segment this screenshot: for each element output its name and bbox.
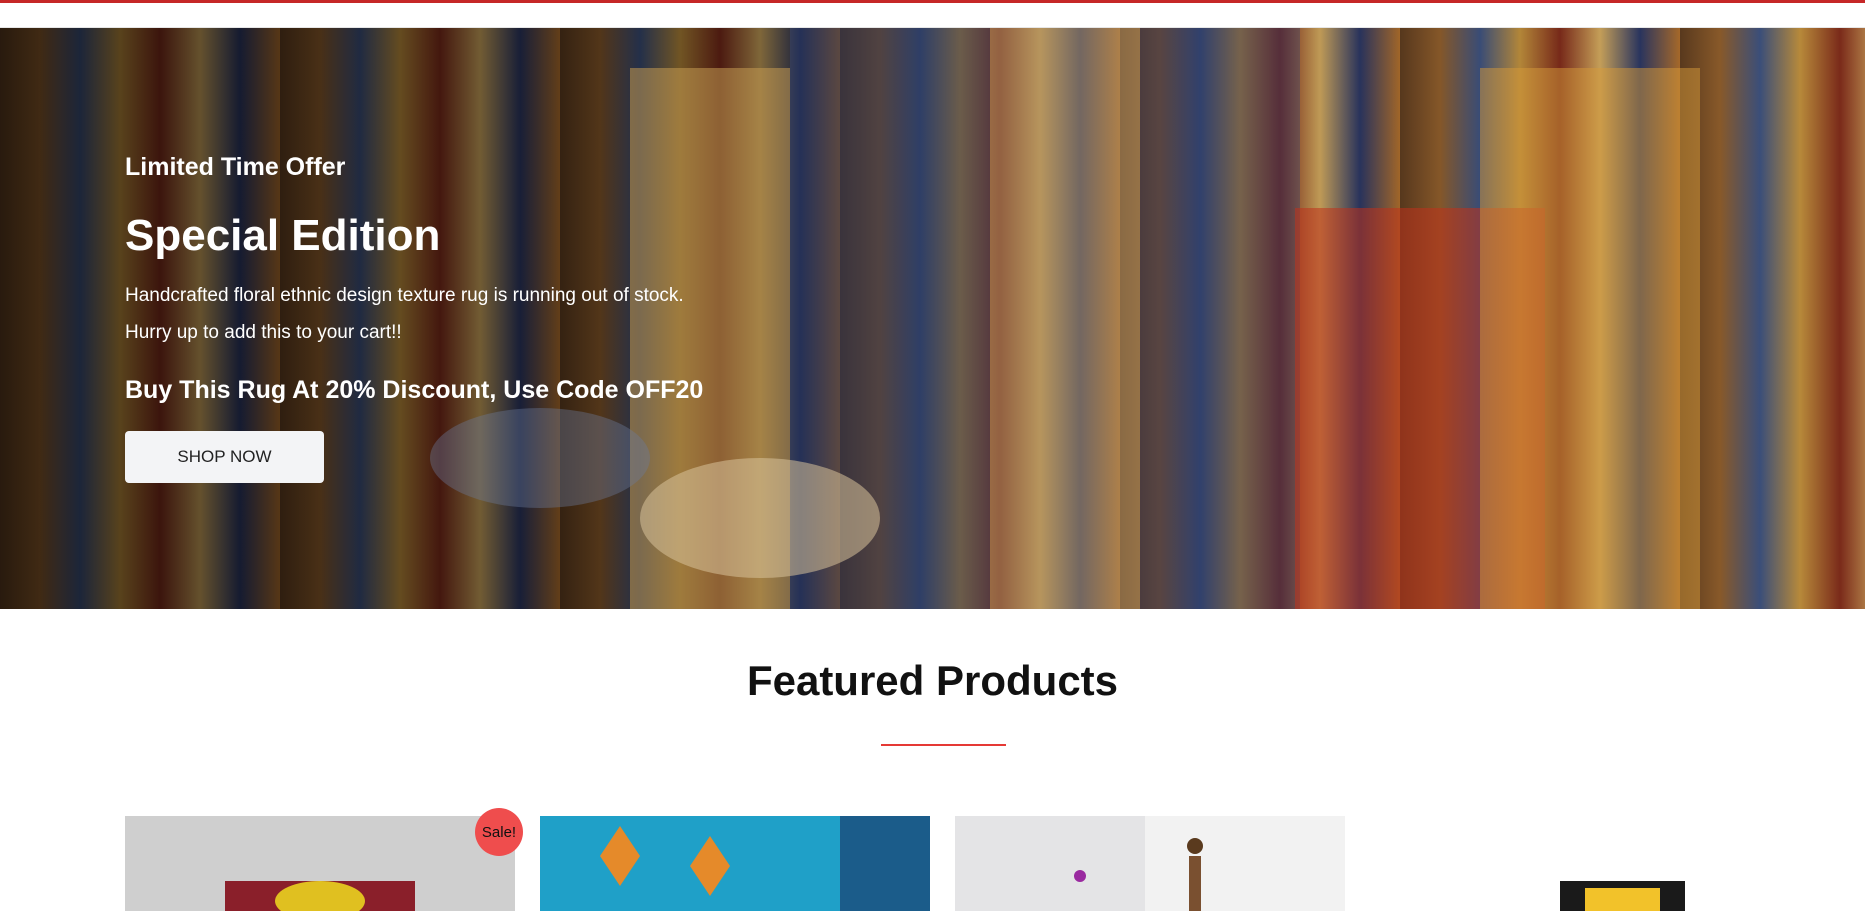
product-image [225,881,415,911]
section-divider [881,744,1006,746]
rug-rolls-image [430,28,1700,609]
product-image [1560,881,1685,911]
hero-description-line-2: Hurry up to add this to your cart!! [125,322,402,343]
product-card[interactable] [125,816,515,911]
hero-title: Special Edition [125,211,441,260]
hero-description-line-1: Handcrafted floral ethnic design texture… [125,285,684,306]
featured-products-title: Featured Products [746,657,1119,704]
hero-eyebrow: Limited Time Offer [125,153,346,181]
product-image [1074,816,1345,911]
product-image [600,816,930,911]
hero-banner: Limited Time Offer Special Edition Handc… [0,28,1865,609]
hero-promo-text: Buy This Rug At 20% Discount, Use Code O… [125,376,704,404]
top-accent-bar [0,0,1865,3]
shop-now-button[interactable]: SHOP NOW [125,431,324,483]
product-card[interactable] [955,816,1345,911]
sale-badge: Sale! [475,808,523,856]
product-card[interactable] [540,816,930,911]
product-card[interactable] [1370,816,1760,911]
